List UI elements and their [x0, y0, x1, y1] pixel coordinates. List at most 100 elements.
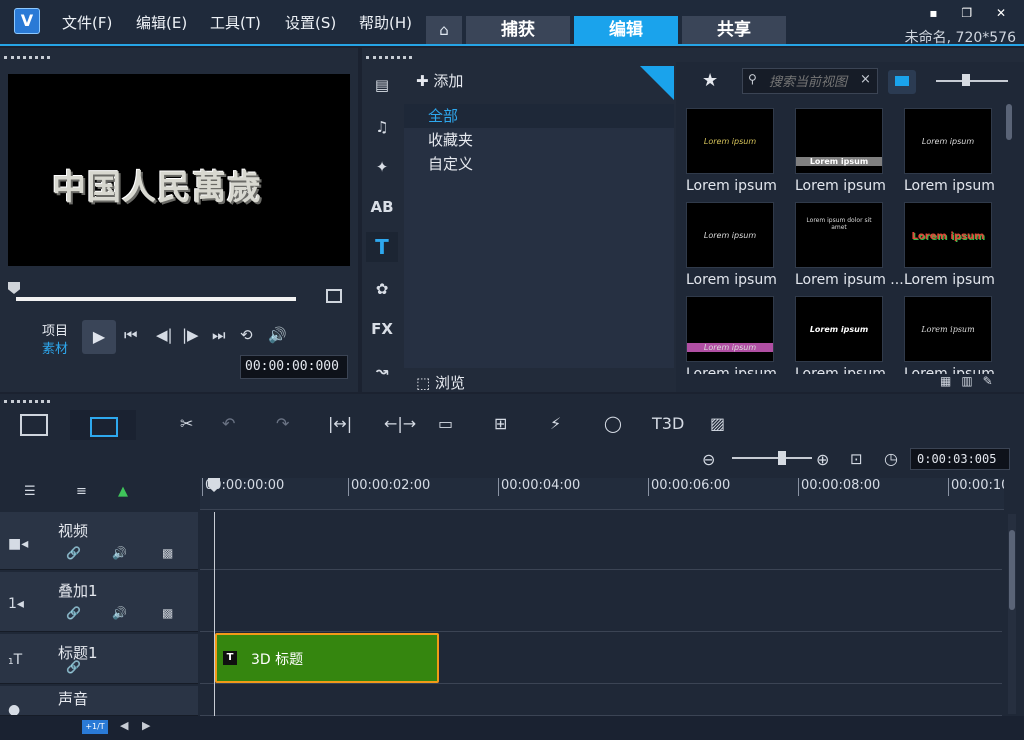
link-icon[interactable]: 🔗 [66, 546, 81, 560]
track-lane-voice[interactable] [200, 686, 1002, 716]
chapter-icon[interactable]: ▲ [118, 484, 128, 499]
add-title-track-button[interactable]: +1/T [82, 720, 108, 734]
add-to-favorites-icon[interactable]: ★ [702, 70, 718, 91]
scroll-right-icon[interactable]: ▶ [142, 719, 150, 732]
filter-icon[interactable]: FX [366, 314, 398, 344]
mute-icon[interactable]: 🔊 [112, 606, 127, 620]
browse-button[interactable]: ⬚ 浏览 [416, 372, 465, 393]
menu-file[interactable]: 文件(F) [62, 12, 112, 33]
library-grip[interactable] [366, 56, 412, 59]
3d-title-icon[interactable]: T3D [652, 414, 684, 433]
timeline-scroll-thumb[interactable] [1009, 530, 1015, 610]
menu-settings[interactable]: 设置(S) [285, 12, 336, 33]
home-tab[interactable]: ⌂ [426, 16, 462, 44]
mode-clip[interactable]: 素材 [42, 338, 68, 357]
scrub-handle[interactable] [8, 282, 20, 294]
mode-project[interactable]: 项目 [42, 320, 68, 339]
zoom-slider[interactable] [732, 457, 812, 459]
home-start-icon[interactable]: ⏮ [124, 326, 138, 344]
timeline-view-button[interactable] [70, 410, 136, 440]
zoom-in-icon[interactable]: ⊕ [816, 450, 829, 469]
zoom-out-icon[interactable]: ⊖ [702, 450, 715, 469]
tab-capture[interactable]: 捕获 [466, 16, 570, 44]
menu-help[interactable]: 帮助(H) [359, 12, 412, 33]
fit-timeline-icon[interactable]: ⊡ [850, 450, 863, 468]
preview-timecode[interactable]: 00:00:00:000 [240, 355, 348, 379]
track-lane-video[interactable] [200, 512, 1002, 570]
thumbnail-size-slider[interactable] [936, 80, 1008, 82]
tools-icon[interactable]: ✂ [180, 414, 193, 433]
subtitle-editor-icon[interactable]: ▭ [438, 414, 453, 433]
title-icon[interactable]: T [366, 232, 398, 262]
library-view-options[interactable]: ▦▥✎ [940, 374, 1003, 388]
add-track-icon[interactable]: ≡ [76, 484, 87, 499]
track-manager-icon[interactable]: ☰ [24, 484, 36, 499]
time-ruler[interactable]: 00:00:00:00 00:00:02:00 00:00:04:00 00:0… [200, 478, 1004, 510]
thumbnail-item[interactable]: Lorem ipsum Lorem ipsum [795, 108, 886, 194]
volume-icon[interactable]: 🔊 [268, 326, 287, 344]
path-icon[interactable]: ↝ [366, 356, 398, 386]
media-icon[interactable]: ▤ [366, 70, 398, 100]
mask-icon[interactable]: ◯ [604, 414, 622, 433]
track-header-voice[interactable]: ● 声音 [0, 686, 198, 716]
panel-grip[interactable] [4, 56, 50, 59]
undo-icon[interactable]: ↶ [222, 414, 235, 433]
link-icon[interactable]: 🔗 [66, 606, 81, 620]
enlarge-preview-icon[interactable] [326, 289, 342, 303]
project-duration[interactable]: 0:00:03:005 [910, 448, 1010, 470]
zoom-knob[interactable] [778, 451, 786, 465]
menu-edit[interactable]: 编辑(E) [136, 12, 187, 33]
thumbnail-item[interactable]: Lorem ipsum Lorem ipsum [904, 108, 995, 194]
thumbnail-item[interactable]: Lorem ipsum Lorem ipsum [686, 108, 777, 194]
tab-edit[interactable]: 编辑 [574, 16, 678, 44]
tab-share[interactable]: 共享 [682, 16, 786, 44]
window-controls[interactable]: ▪ ❐ ✕ [929, 6, 1016, 20]
previous-frame-icon[interactable]: ◀| [156, 326, 173, 344]
folder-custom[interactable]: 自定义 [404, 152, 674, 176]
audio-icon[interactable]: ♫ [366, 112, 398, 142]
track-lane-overlay[interactable] [200, 572, 1002, 632]
add-folder-button[interactable]: ✚ 添加 [416, 70, 463, 91]
thumbnail-size-knob[interactable] [962, 74, 970, 86]
instant-project-icon[interactable]: ✦ [366, 152, 398, 182]
thumbnail-item[interactable]: Lorem ipsum Lorem ipsum [904, 296, 995, 374]
thumbnail-item[interactable]: Lorem ipsum Lorem ipsum [795, 296, 886, 374]
folder-all[interactable]: 全部 [404, 104, 674, 128]
view-toggle-button[interactable] [888, 70, 916, 94]
link-icon[interactable]: 🔗 [66, 660, 81, 674]
video-editor-icon[interactable]: ▨ [710, 414, 725, 433]
track-header-overlay[interactable]: 1◂ 叠加1 🔗 🔊 ▩ [0, 572, 198, 632]
thumbnail-caption: Lorem ipsum [686, 178, 777, 194]
pin-icon[interactable] [640, 66, 674, 100]
redo-icon[interactable]: ↷ [276, 414, 289, 433]
multi-camera-icon[interactable]: ⊞ [494, 414, 507, 433]
graphic-icon[interactable]: ✿ [366, 274, 398, 304]
menu-tools[interactable]: 工具(T) [210, 12, 261, 33]
title-clip[interactable]: T 3D 标题 [215, 633, 439, 683]
motion-tracking-icon[interactable]: ⚡ [550, 414, 561, 433]
scrub-bar[interactable] [16, 297, 296, 301]
library-scrollbar[interactable] [1006, 104, 1012, 140]
thumbnail-item[interactable]: Lorem ipsum Lorem ipsum [686, 296, 777, 374]
repeat-icon[interactable]: ⟲ [240, 326, 253, 344]
storyboard-view-button[interactable] [20, 414, 48, 436]
end-icon[interactable]: ⏭ [212, 326, 226, 344]
next-frame-icon[interactable]: |▶ [182, 326, 199, 344]
track-header-video[interactable]: ■◂ 视频 🔗 🔊 ▩ [0, 512, 198, 570]
grid-icon[interactable]: ▩ [162, 606, 173, 620]
fit-project-icon[interactable]: |↔| [328, 414, 352, 433]
search-input[interactable] [742, 68, 878, 94]
split-icon[interactable]: ←|→ [384, 414, 416, 433]
grid-icon[interactable]: ▩ [162, 546, 173, 560]
track-header-title[interactable]: ₁T 标题1 🔗 [0, 634, 198, 684]
clear-search-icon[interactable]: × [860, 72, 871, 87]
play-button[interactable]: ▶ [82, 320, 116, 354]
thumbnail-item[interactable]: Lorem ipsum Lorem ipsum [686, 202, 777, 288]
scroll-left-icon[interactable]: ◀ [120, 719, 128, 732]
folder-favorites[interactable]: 收藏夹 [404, 128, 674, 152]
mute-icon[interactable]: 🔊 [112, 546, 127, 560]
timeline-grip[interactable] [4, 400, 50, 403]
transition-icon[interactable]: AB [366, 192, 398, 222]
thumbnail-item[interactable]: Lorem ipsum Lorem ipsum [904, 202, 995, 288]
thumbnail-item[interactable]: Lorem ipsum dolor sit amet Lorem ipsum .… [795, 202, 904, 288]
